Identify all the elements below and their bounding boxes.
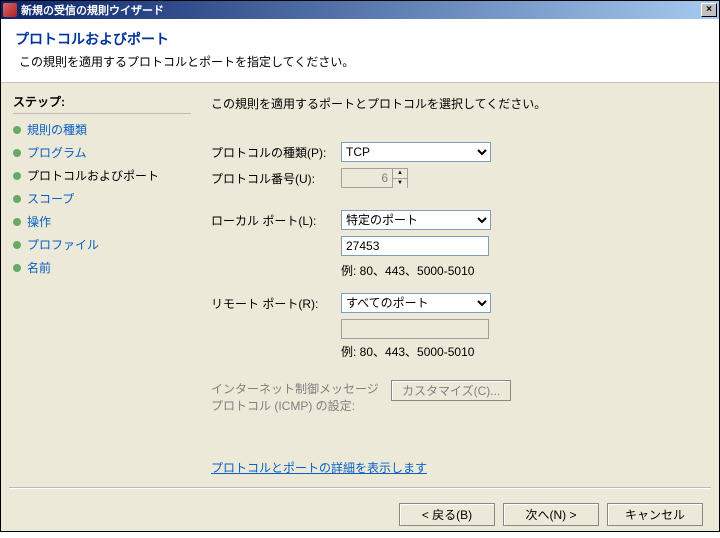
steps-sidebar: ステップ: 規則の種類 プログラム プロトコルおよびポート スコープ 操作	[1, 83, 201, 488]
learn-more-link[interactable]: プロトコルとポートの詳細を表示します	[211, 459, 427, 476]
customize-button: カスタマイズ(C)...	[391, 380, 511, 401]
spin-down-icon[interactable]: ▼	[393, 179, 407, 188]
wizard-body: ステップ: 規則の種類 プログラム プロトコルおよびポート スコープ 操作	[1, 83, 719, 488]
cancel-button[interactable]: キャンセル	[607, 503, 703, 526]
local-port-example: 例: 80、443、5000-5010	[341, 262, 699, 279]
remote-port-input	[341, 319, 489, 339]
step-scope[interactable]: スコープ	[13, 187, 191, 210]
bullet-icon	[13, 149, 21, 157]
step-name[interactable]: 名前	[13, 256, 191, 279]
row-icmp: インターネット制御メッセージ プロトコル (ICMP) の設定: カスタマイズ(…	[211, 380, 699, 414]
content-heading: この規則を適用するポートとプロトコルを選択してください。	[211, 95, 699, 112]
local-port-input[interactable]	[341, 236, 489, 256]
row-local-port-value	[211, 236, 699, 256]
protocol-number-input	[341, 168, 393, 188]
window-title: 新規の受信の規則ウイザード	[21, 2, 701, 18]
step-program[interactable]: プログラム	[13, 141, 191, 164]
spin-up-icon[interactable]: ▲	[393, 169, 407, 179]
row-local-port: ローカル ポート(L): 特定のポート	[211, 210, 699, 230]
steps-heading: ステップ:	[13, 93, 191, 110]
next-button[interactable]: 次へ(N) >	[503, 503, 599, 526]
step-label: 操作	[27, 213, 51, 230]
row-remote-port: リモート ポート(R): すべてのポート	[211, 293, 699, 313]
protocol-type-select[interactable]: TCP	[341, 142, 491, 162]
bullet-icon	[13, 218, 21, 226]
row-protocol-type: プロトコルの種類(P): TCP	[211, 142, 699, 162]
back-button[interactable]: < 戻る(B)	[399, 503, 495, 526]
wizard-window: 新規の受信の規則ウイザード × プロトコルおよびポート この規則を適用するプロト…	[0, 0, 720, 532]
page-subtitle: この規則を適用するプロトコルとポートを指定してください。	[19, 53, 705, 70]
spinner-buttons[interactable]: ▲ ▼	[393, 168, 408, 188]
wizard-footer: < 戻る(B) 次へ(N) > キャンセル	[1, 489, 719, 538]
local-port-label: ローカル ポート(L):	[211, 212, 341, 229]
step-action[interactable]: 操作	[13, 210, 191, 233]
remote-port-select[interactable]: すべてのポート	[341, 293, 491, 313]
step-rule-type[interactable]: 規則の種類	[13, 118, 191, 141]
bullet-icon	[13, 264, 21, 272]
step-label: プロファイル	[27, 236, 99, 253]
bullet-icon	[13, 195, 21, 203]
protocol-number-label: プロトコル番号(U):	[211, 170, 341, 187]
bullet-icon	[13, 126, 21, 134]
wizard-header: プロトコルおよびポート この規則を適用するプロトコルとポートを指定してください。	[1, 19, 719, 83]
close-button[interactable]: ×	[701, 3, 717, 17]
remote-port-example: 例: 80、443、5000-5010	[341, 343, 699, 360]
local-port-select[interactable]: 特定のポート	[341, 210, 491, 230]
icmp-label: インターネット制御メッセージ プロトコル (ICMP) の設定:	[211, 380, 391, 414]
step-label: プロトコルおよびポート	[27, 167, 159, 184]
bullet-icon	[13, 172, 21, 180]
step-label: 名前	[27, 259, 51, 276]
steps-rule	[13, 113, 191, 114]
step-label: スコープ	[27, 190, 74, 207]
step-protocol-ports[interactable]: プロトコルおよびポート	[13, 164, 191, 187]
content-panel: この規則を適用するポートとプロトコルを選択してください。 プロトコルの種類(P)…	[201, 83, 719, 488]
protocol-type-label: プロトコルの種類(P):	[211, 144, 341, 161]
bullet-icon	[13, 241, 21, 249]
step-label: 規則の種類	[27, 121, 87, 138]
step-label: プログラム	[27, 144, 87, 161]
step-profile[interactable]: プロファイル	[13, 233, 191, 256]
row-protocol-number: プロトコル番号(U): ▲ ▼	[211, 168, 699, 188]
titlebar: 新規の受信の規則ウイザード ×	[1, 1, 719, 19]
protocol-number-spinner: ▲ ▼	[341, 168, 408, 188]
page-title: プロトコルおよびポート	[15, 29, 705, 49]
remote-port-label: リモート ポート(R):	[211, 295, 341, 312]
app-icon	[3, 3, 17, 17]
